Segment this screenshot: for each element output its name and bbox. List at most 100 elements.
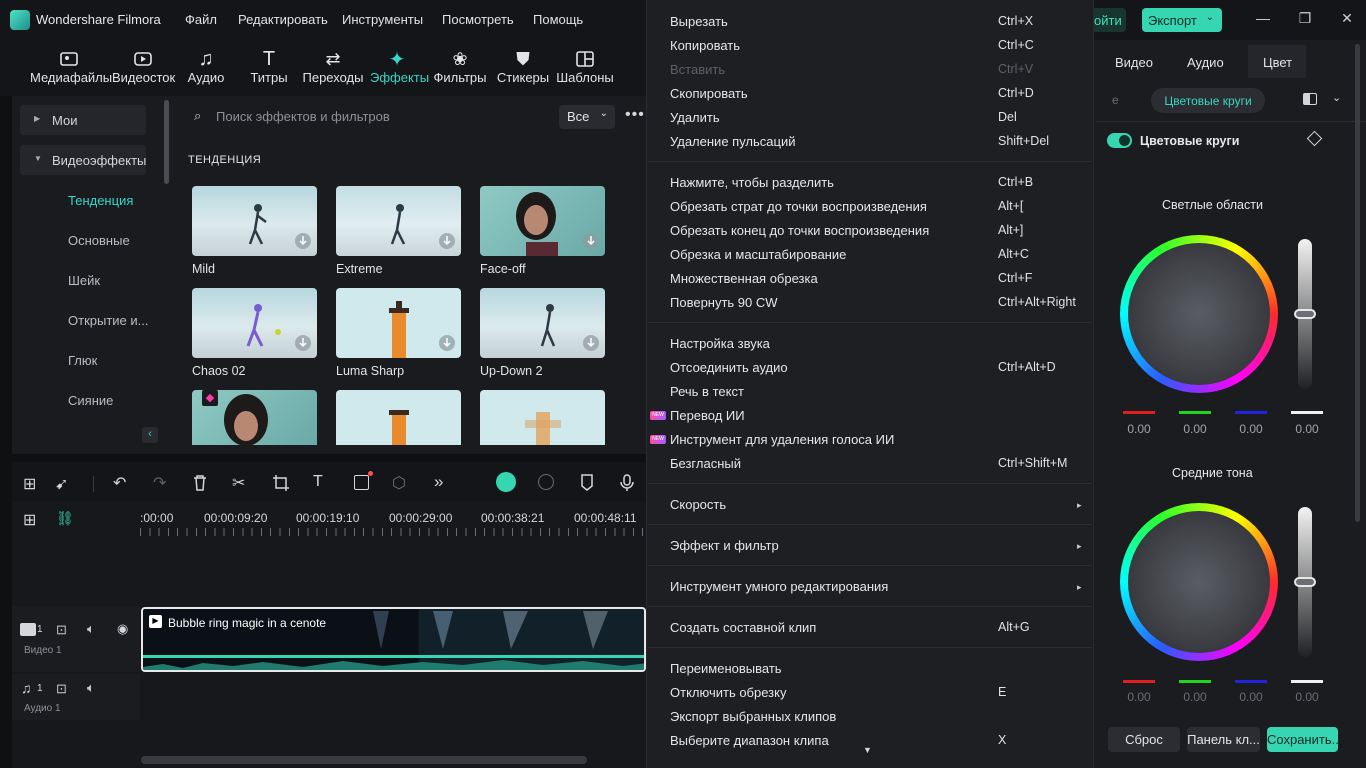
context-menu-item[interactable]: Скопировать <box>670 86 748 101</box>
effect-thumb-face-off[interactable] <box>480 186 605 256</box>
minimize-icon[interactable]: — <box>1253 10 1273 30</box>
tab-effects[interactable]: ✦ Эффекты <box>370 48 429 92</box>
effect-thumb-extreme[interactable] <box>336 186 461 256</box>
context-menu-item[interactable]: Нажмите, чтобы разделить <box>670 175 834 190</box>
sidebar-item-trending[interactable]: Тенденция <box>68 193 133 208</box>
value-red[interactable]: 0.00 <box>1123 690 1155 704</box>
color-wheels-toggle[interactable] <box>1107 133 1132 148</box>
timeline-hscrollbar[interactable] <box>141 756 587 764</box>
effect-thumb-mild[interactable] <box>192 186 317 256</box>
menu-tools[interactable]: Инструменты <box>342 12 423 27</box>
scroll-down-arrow-icon[interactable]: ▼ <box>863 745 872 755</box>
context-menu-item[interactable]: Перевод ИИ <box>670 408 745 423</box>
context-menu-item[interactable]: Отключить обрезку <box>670 685 786 700</box>
context-menu-item[interactable]: Множественная обрезка <box>670 271 818 286</box>
panel-button[interactable]: Панель кл... <box>1187 727 1260 752</box>
context-menu-item[interactable]: Переименовывать <box>670 661 782 676</box>
context-menu-item[interactable]: Выберите диапазон клипа <box>670 733 829 748</box>
context-menu-item[interactable]: Отсоединить аудио <box>670 360 788 375</box>
subtab-partial[interactable]: е <box>1112 93 1119 107</box>
effect-thumb-up-down-2[interactable] <box>480 288 605 358</box>
marker-icon[interactable] <box>580 474 594 491</box>
context-menu-item[interactable]: Повернуть 90 CW <box>670 295 778 310</box>
select-pointer-icon[interactable]: ➹ <box>55 474 68 494</box>
context-menu-item[interactable]: Обрезать конец до точки воспроизведения <box>670 223 929 238</box>
compare-view-icon[interactable] <box>1303 93 1317 105</box>
tab-video[interactable]: Видео <box>1115 55 1153 70</box>
more-icon[interactable]: ••• <box>625 106 645 124</box>
color-wheel-highlights[interactable] <box>1120 235 1278 393</box>
cut-scissors-icon[interactable]: ✂ <box>232 473 245 493</box>
link-icon[interactable]: ⛓ <box>56 510 74 527</box>
tab-transitions[interactable]: ⇄ Переходы <box>302 48 364 92</box>
subtab-color-wheels[interactable]: Цветовые круги <box>1151 88 1265 113</box>
volume-icon[interactable]: 🔈︎ <box>87 621 95 637</box>
tab-titles[interactable]: T Титры <box>248 48 290 92</box>
sidebar-scrollbar[interactable] <box>164 100 169 184</box>
redo-icon[interactable]: ↷ <box>153 473 166 493</box>
sidebar-item-basic[interactable]: Основные <box>68 233 130 248</box>
slider-knob[interactable] <box>1294 309 1316 319</box>
tab-audio[interactable]: ♫ Аудио <box>186 48 226 92</box>
video-clip[interactable]: ▶ Bubble ring magic in a cenote <box>141 607 646 672</box>
effect-thumb-row3-c[interactable] <box>480 390 605 445</box>
search-input[interactable]: ⌕ Поиск эффектов и фильтров <box>184 104 554 130</box>
menu-file[interactable]: Файл <box>185 12 217 27</box>
lock-icon[interactable]: ⊡ <box>56 681 67 697</box>
context-menu-item[interactable]: Обрезка и масштабирование <box>670 247 846 262</box>
crop-icon[interactable] <box>272 474 290 492</box>
volume-icon[interactable]: 🔈︎ <box>87 680 95 696</box>
eye-icon[interactable]: ◉ <box>117 621 128 637</box>
export-button[interactable]: Экспорт ⌄ <box>1142 8 1222 32</box>
text-tool-icon[interactable]: T <box>313 473 323 491</box>
sidebar-item-glow[interactable]: Сияние <box>68 393 113 408</box>
panel-scrollbar[interactable] <box>1355 44 1360 522</box>
value-luma[interactable]: 0.00 <box>1291 690 1323 704</box>
context-menu-item[interactable]: Экспорт выбранных клипов <box>670 709 836 724</box>
collapse-sidebar-icon[interactable]: ‹ <box>142 427 158 443</box>
context-menu-item[interactable]: Удалить <box>670 110 720 125</box>
tab-audio-prop[interactable]: Аудио <box>1187 55 1224 70</box>
close-icon[interactable]: ✕ <box>1337 10 1357 30</box>
value-blue[interactable]: 0.00 <box>1235 690 1267 704</box>
context-menu-item[interactable]: Вставить <box>670 62 725 77</box>
login-button[interactable]: ойти <box>1092 8 1126 32</box>
value-green[interactable]: 0.00 <box>1179 690 1211 704</box>
ai-edit-icon[interactable]: ⬡ <box>392 473 406 493</box>
value-red[interactable]: 0.00 <box>1123 422 1155 436</box>
tab-filters[interactable]: ❀ Фильтры <box>432 48 488 92</box>
context-menu-item[interactable]: Безгласный <box>670 456 741 471</box>
menu-view[interactable]: Посмотреть <box>442 12 514 27</box>
delete-icon[interactable] <box>192 474 208 491</box>
microphone-icon[interactable] <box>620 474 634 492</box>
time-ruler[interactable] <box>140 528 646 536</box>
tab-stickers[interactable]: ⛊ Стикеры <box>496 48 550 92</box>
menu-edit[interactable]: Редактировать <box>238 12 328 27</box>
value-blue[interactable]: 0.00 <box>1235 422 1267 436</box>
effect-thumb-luma-sharp[interactable] <box>336 288 461 358</box>
save-button[interactable]: Сохранить... <box>1267 727 1342 752</box>
context-menu-item[interactable]: Вырезать <box>670 14 728 29</box>
more-tools-icon[interactable]: » <box>434 472 443 492</box>
undo-icon[interactable]: ↶ <box>113 473 126 493</box>
color-wheel-midtones[interactable] <box>1120 503 1278 661</box>
tab-color[interactable]: Цвет <box>1263 55 1292 70</box>
context-menu-item[interactable]: Эффект и фильтр <box>670 538 779 553</box>
maximize-icon[interactable]: ❐ <box>1295 10 1315 30</box>
context-menu-item[interactable]: Инструмент для удаления голоса ИИ <box>670 432 894 447</box>
value-luma[interactable]: 0.00 <box>1291 422 1323 436</box>
reset-button[interactable]: Сброс <box>1108 727 1180 752</box>
slider-knob[interactable] <box>1294 577 1316 587</box>
filter-select[interactable]: Все ⌄ <box>559 105 615 129</box>
shape-icon[interactable] <box>354 475 369 490</box>
menu-help[interactable]: Помощь <box>533 12 583 27</box>
chevron-down-icon[interactable]: ⌄ <box>1332 91 1341 104</box>
context-menu-item[interactable]: Создать составной клип <box>670 620 816 635</box>
context-menu-item[interactable]: Копировать <box>670 38 740 53</box>
tab-stock-video[interactable]: Видеосток <box>112 48 175 92</box>
layout-grid-icon[interactable]: ⊞ <box>23 474 36 494</box>
ai-assistant-icon[interactable] <box>496 472 516 492</box>
tab-templates[interactable]: Шаблоны <box>556 48 614 92</box>
sidebar-item-glitch[interactable]: Глюк <box>68 353 97 368</box>
effect-thumb-row3-b[interactable] <box>336 390 461 445</box>
